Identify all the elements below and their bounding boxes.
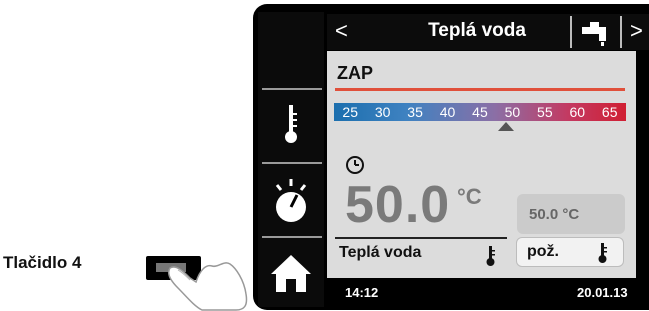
header-bar: < Teplá voda > [327, 14, 649, 50]
sidebar-item-thermometer[interactable] [262, 103, 320, 145]
sidebar-divider [262, 236, 322, 238]
scale-tick: 25 [342, 104, 358, 120]
sidebar-divider [262, 162, 322, 164]
mode-status: ZAP [337, 63, 373, 83]
sidebar-item-home[interactable] [262, 252, 320, 294]
thermometer-icon [598, 243, 607, 263]
scale-marker [498, 122, 514, 131]
temperature-unit: °C [457, 184, 482, 209]
scale-tick: 55 [537, 104, 553, 120]
status-bar: 14:12 20.01.13 [327, 278, 636, 306]
hand-pointer-icon [167, 262, 248, 311]
faucet-button[interactable] [578, 19, 614, 52]
setpoint-value: 50.0 °C [529, 206, 580, 223]
thermometer-icon [486, 246, 495, 266]
sidebar-divider [262, 88, 322, 90]
status-date: 20.01.13 [577, 285, 628, 300]
scale-tick: 30 [374, 104, 391, 120]
temperature-scale: 25 30 35 40 45 50 55 60 65 [334, 103, 626, 121]
chevron-left-icon[interactable]: < [335, 18, 348, 44]
setpoint-box: 50.0 °C [517, 194, 625, 234]
sidebar-item-dial[interactable] [262, 175, 320, 225]
dial-icon [275, 179, 307, 222]
accent-line [335, 88, 625, 91]
header-separator [570, 16, 572, 48]
scale-tick: 60 [569, 104, 586, 120]
thermometer-icon [285, 105, 297, 143]
chevron-right-icon[interactable]: > [630, 18, 643, 44]
demand-button[interactable]: pož. [516, 237, 624, 267]
current-temperature: 50.0 [345, 176, 451, 234]
scale-tick: 35 [407, 104, 423, 120]
scale-tick: 40 [439, 104, 456, 120]
demand-button-label: pož. [527, 243, 559, 260]
status-time: 14:12 [345, 285, 379, 300]
scale-tick: 45 [472, 104, 488, 120]
page-title: Teplá voda [428, 20, 526, 41]
hot-water-label-area: Teplá voda [335, 237, 507, 269]
header-separator [620, 16, 622, 48]
button-caption: Tlačidlo 4 [3, 253, 82, 272]
hot-water-label: Teplá voda [339, 244, 422, 261]
faucet-icon [582, 22, 606, 46]
home-icon [271, 255, 311, 292]
scale-tick: 50 [504, 104, 521, 120]
main-panel: ZAP 25 30 35 40 45 50 55 60 65 50.0 °C 5… [327, 51, 636, 278]
scale-tick: 65 [601, 104, 618, 120]
